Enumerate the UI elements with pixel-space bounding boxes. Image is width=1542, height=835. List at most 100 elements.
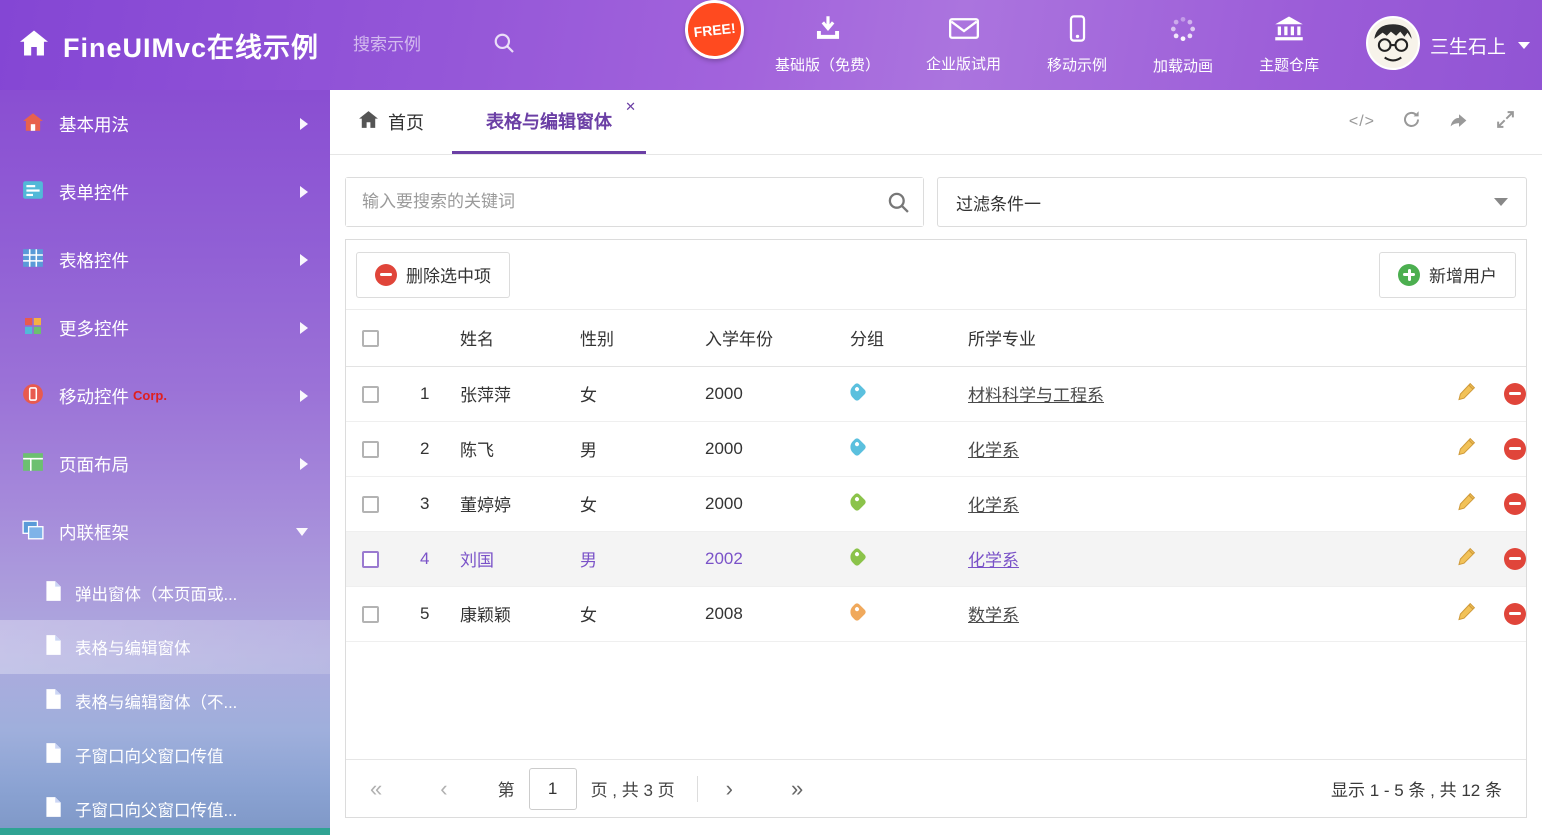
header-nav: 基础版（免费） 企业版试用 移动示例 加载动画 (752, 0, 1342, 90)
sidebar-subitem-grid-edit-window-2[interactable]: 表格与编辑窗体（不... (0, 674, 330, 728)
tag-icon (847, 437, 867, 457)
sidebar-item-form-controls[interactable]: 表单控件 (0, 158, 330, 226)
major-link[interactable]: 化学系 (968, 551, 1019, 570)
row-checkbox[interactable] (362, 496, 379, 513)
column-header-name: 姓名 (460, 310, 580, 366)
edit-button[interactable] (1457, 546, 1477, 571)
cell-gender: 女 (580, 586, 705, 641)
row-checkbox[interactable] (362, 551, 379, 568)
page-number-input[interactable] (529, 768, 577, 810)
home-icon (18, 29, 50, 62)
edit-button[interactable] (1457, 601, 1477, 626)
edit-button[interactable] (1457, 436, 1477, 461)
nav-item-enterprise-trial[interactable]: 企业版试用 (903, 16, 1024, 74)
first-page-button[interactable]: « (370, 778, 382, 800)
nav-item-basic-edition[interactable]: 基础版（免费） (752, 15, 903, 75)
delete-selected-button[interactable]: 删除选中项 (356, 252, 510, 298)
tab-grid-edit-window[interactable]: 表格与编辑窗体 ✕ (452, 90, 646, 154)
column-header-year: 入学年份 (705, 310, 850, 366)
sidebar-item-mobile-controls[interactable]: 移动控件Corp. (0, 362, 330, 430)
major-link[interactable]: 化学系 (968, 441, 1019, 460)
cell-name: 陈飞 (460, 421, 580, 476)
brand[interactable]: FineUIMvc在线示例 (0, 26, 319, 65)
sidebar-item-label: 页面布局 (59, 452, 129, 477)
refresh-icon[interactable] (1401, 109, 1422, 135)
sidebar-item-page-layout[interactable]: 页面布局 (0, 430, 330, 498)
user-menu[interactable]: 三生石上 (1366, 0, 1530, 90)
chevron-down-icon (1518, 42, 1530, 49)
sidebar-subitem-label: 表格与编辑窗体（不... (75, 689, 237, 713)
major-link[interactable]: 材料科学与工程系 (968, 386, 1104, 405)
sidebar-subitem-label: 表格与编辑窗体 (75, 635, 191, 659)
header-search-input[interactable] (353, 35, 483, 55)
major-link[interactable]: 数学系 (968, 606, 1019, 625)
grid-panel: 删除选中项 新增用户 姓名 性别 (345, 239, 1527, 818)
row-checkbox[interactable] (362, 386, 379, 403)
row-number: 3 (398, 476, 460, 531)
select-all-checkbox[interactable] (362, 330, 379, 347)
share-icon[interactable] (1448, 109, 1469, 135)
tab-home[interactable]: 首页 (330, 90, 452, 154)
row-number: 1 (398, 366, 460, 421)
tab-actions: </> (1349, 90, 1542, 154)
tag-icon (847, 602, 867, 622)
sidebar-item-inline-frame[interactable]: 内联框架 (0, 498, 330, 566)
chevron-right-icon (300, 322, 308, 334)
nav-item-label: 主题仓库 (1259, 54, 1319, 75)
cell-year: 2002 (705, 531, 850, 586)
nav-item-label: 基础版（免费） (775, 54, 880, 75)
tag-icon (847, 547, 867, 567)
free-badge: FREE! (682, 0, 747, 62)
cell-year: 2000 (705, 476, 850, 531)
edit-button[interactable] (1457, 381, 1477, 406)
keyword-search-input[interactable] (346, 178, 923, 226)
form-icon (22, 180, 44, 205)
fullscreen-icon[interactable] (1495, 109, 1516, 135)
filter-dropdown[interactable]: 过滤条件一 (937, 177, 1527, 227)
chevron-right-icon (300, 390, 308, 402)
next-page-button[interactable]: › (726, 778, 733, 800)
top-header: FineUIMvc在线示例 FREE! 基础版（免费） 企业版试用 (0, 0, 1542, 90)
delete-button[interactable] (1504, 493, 1526, 515)
cell-gender: 男 (580, 421, 705, 476)
sidebar-item-grid-controls[interactable]: 表格控件 (0, 226, 330, 294)
delete-button[interactable] (1504, 603, 1526, 625)
nav-item-theme-store[interactable]: 主题仓库 (1236, 16, 1342, 75)
sidebar-subitem-child-to-parent-2[interactable]: 子窗口向父窗口传值... (0, 782, 330, 835)
sidebar-item-more-controls[interactable]: 更多控件 (0, 294, 330, 362)
last-page-button[interactable]: » (791, 778, 803, 800)
major-link[interactable]: 化学系 (968, 496, 1019, 515)
row-number: 4 (398, 531, 460, 586)
sidebar-item-basic-usage[interactable]: 基本用法 (0, 90, 330, 158)
sidebar-subitem-popup-window[interactable]: 弹出窗体（本页面或... (0, 566, 330, 620)
page-label: 第 (498, 776, 515, 801)
chevron-right-icon (300, 186, 308, 198)
source-code-icon[interactable]: </> (1349, 113, 1375, 131)
sidebar-subitem-child-to-parent[interactable]: 子窗口向父窗口传值 (0, 728, 330, 782)
user-name: 三生石上 (1430, 32, 1506, 59)
nav-item-mobile-demo[interactable]: 移动示例 (1024, 15, 1130, 75)
prev-page-button[interactable]: ‹ (440, 778, 447, 800)
keyword-search (345, 177, 924, 227)
close-icon[interactable]: ✕ (625, 99, 636, 115)
nav-item-label: 加载动画 (1153, 55, 1213, 76)
delete-button[interactable] (1504, 438, 1526, 460)
sidebar-subitem-grid-edit-window[interactable]: 表格与编辑窗体 (0, 620, 330, 674)
nav-item-loading-animation[interactable]: 加载动画 (1130, 15, 1236, 76)
delete-button[interactable] (1504, 548, 1526, 570)
row-checkbox[interactable] (362, 606, 379, 623)
add-user-button[interactable]: 新增用户 (1379, 252, 1516, 298)
search-icon[interactable] (493, 32, 515, 59)
free-badge-label: FREE! (693, 19, 736, 39)
cell-year: 2000 (705, 366, 850, 421)
chevron-down-icon (296, 528, 308, 536)
tab-label: 首页 (388, 109, 424, 135)
row-checkbox[interactable] (362, 441, 379, 458)
table-row: 2 陈飞 男 2000 化学系 (346, 421, 1526, 476)
cell-year: 2008 (705, 586, 850, 641)
search-icon[interactable] (887, 191, 910, 219)
edit-button[interactable] (1457, 491, 1477, 516)
delete-button[interactable] (1504, 383, 1526, 405)
sidebar-subitem-label: 子窗口向父窗口传值... (75, 797, 237, 821)
divider (697, 776, 698, 802)
